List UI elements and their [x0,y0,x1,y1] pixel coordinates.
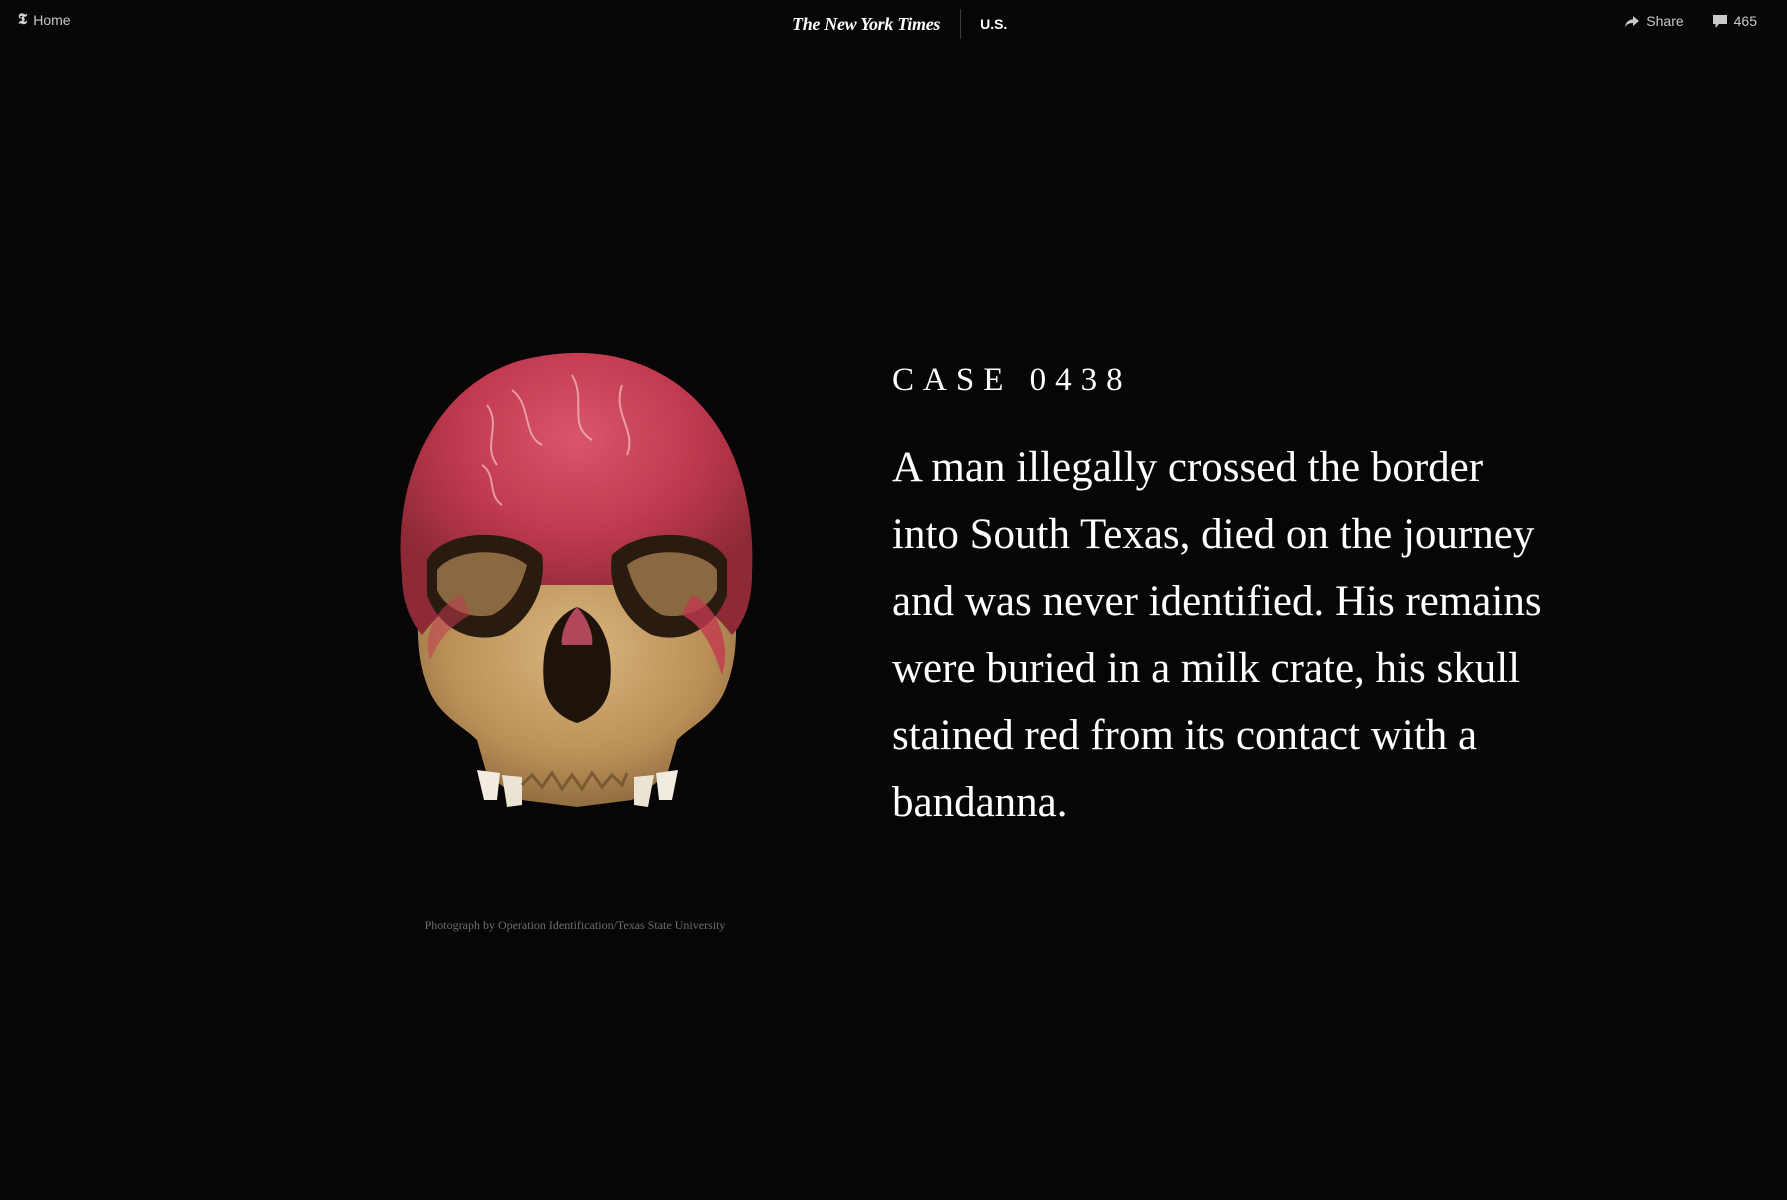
masthead-divider [960,9,962,39]
nyt-t-icon: 𝕿 [18,11,28,28]
comments-count: 465 [1733,13,1757,29]
section-link[interactable]: U.S. [980,16,1007,32]
home-label: Home [33,12,71,28]
top-navigation-bar: 𝕿 Home The New York Times U.S. Share 465 [0,0,1787,46]
home-link[interactable]: 𝕿 Home [18,12,71,28]
nyt-logo[interactable]: The New York Times [792,14,940,35]
skull-image [400,352,753,807]
skull-photo [372,345,782,845]
share-arrow-icon [1624,15,1640,28]
comments-button[interactable]: 465 [1712,13,1757,29]
case-story: CASE 0438 A man illegally crossed the bo… [892,360,1592,836]
share-label: Share [1646,13,1684,29]
case-description: A man illegally crossed the border into … [892,444,1542,826]
share-button[interactable]: Share [1624,13,1684,29]
article-tools: Share 465 [1624,13,1757,29]
masthead: The New York Times U.S. [792,9,1007,39]
comment-bubble-icon [1712,14,1728,29]
case-label: CASE 0438 [892,362,1132,398]
photo-credit: Photograph by Operation Identification/T… [424,918,726,932]
